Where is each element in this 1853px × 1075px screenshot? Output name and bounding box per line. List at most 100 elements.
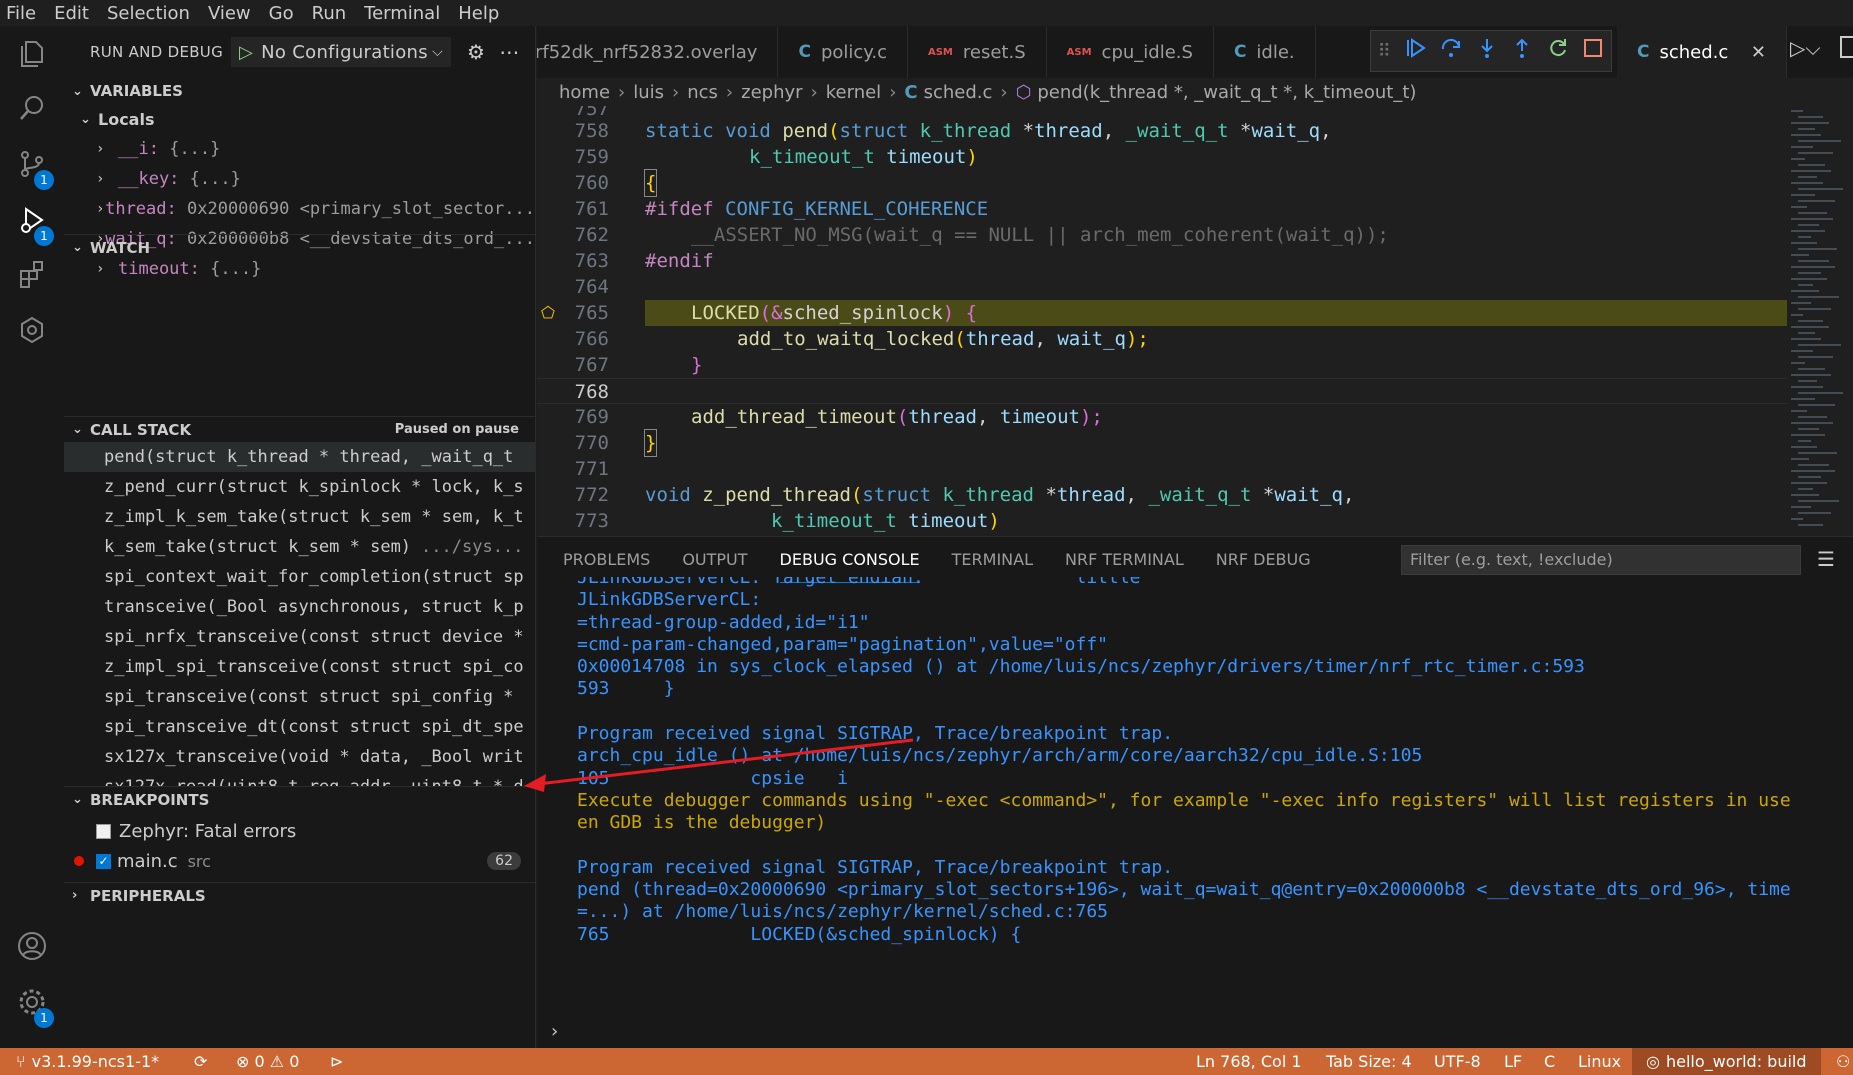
tab-reset-s[interactable]: ASM reset.S (907, 26, 1047, 78)
call-stack-frame[interactable]: pend(struct k_thread * thread, _wait_q_t (64, 442, 535, 472)
minimap-line (1791, 362, 1805, 364)
menu-run[interactable]: Run (306, 3, 359, 24)
breadcrumb-item[interactable]: home (559, 82, 610, 103)
menu-terminal[interactable]: Terminal (358, 3, 452, 24)
call-stack-frame[interactable]: spi_nrfx_transceive(const struct device … (64, 622, 535, 652)
breadcrumb-item[interactable]: ncs (687, 82, 718, 103)
breakpoint-main-c[interactable]: ✓ main.c src 62 (64, 846, 535, 876)
call-stack-frame[interactable]: z_impl_k_sem_take(struct k_sem * sem, k_… (64, 502, 535, 532)
menu-selection[interactable]: Selection (101, 3, 202, 24)
minimap-line (1798, 368, 1825, 370)
stop-icon[interactable] (1582, 37, 1604, 65)
problems-item[interactable]: ⊗ 0 ⚠ 0 (236, 1048, 299, 1075)
run-file-icon[interactable]: ▷⌵ (1790, 36, 1821, 60)
task-label: hello_world: build (1665, 1052, 1807, 1071)
step-into-icon[interactable] (1476, 37, 1498, 65)
step-out-icon[interactable] (1511, 37, 1533, 65)
call-stack-frame[interactable]: z_impl_spi_transceive(const struct spi_c… (64, 652, 535, 682)
search-icon[interactable] (12, 92, 52, 132)
restart-icon[interactable] (1547, 37, 1569, 65)
variables-section-header[interactable]: ⌄ VARIABLES (64, 78, 535, 104)
run-debug-icon[interactable]: 1 (12, 204, 54, 246)
step-over-icon[interactable] (1440, 37, 1462, 65)
breadcrumb-item[interactable]: kernel (826, 82, 881, 103)
peripherals-section-header[interactable]: › PERIPHERALS (64, 882, 535, 908)
tab-policy-c[interactable]: Cpolicy.c (778, 26, 908, 78)
console-line: arch_cpu_idle () at /home/luis/ncs/zephy… (577, 745, 1423, 767)
minimap-line (1791, 194, 1815, 196)
start-debug-icon[interactable]: ▷ (239, 42, 253, 63)
git-branch-item[interactable]: ⑂ v3.1.99-ncs1-1* (16, 1048, 159, 1075)
activity-bar: 1 1 1 (0, 26, 64, 1048)
line-ending[interactable]: LF (1504, 1048, 1522, 1075)
source-control-icon[interactable]: 1 (12, 148, 54, 190)
call-stack-frame[interactable]: z_pend_curr(struct k_spinlock * lock, k_… (64, 472, 535, 502)
code-editor[interactable]: 757 758 static void pend(struct k_thread … (537, 106, 1787, 536)
variable-value: {...} (189, 169, 241, 189)
call-stack-frame[interactable]: spi_transceive(const struct spi_config * (64, 682, 535, 712)
account-status-icon[interactable]: ⚇ (1836, 1048, 1850, 1075)
word-wrap-icon[interactable]: ☰ (1817, 547, 1835, 571)
gear-icon[interactable]: ⚙ (467, 40, 485, 64)
variable-row[interactable]: › __key: {...} (64, 164, 535, 194)
variable-row[interactable]: › thread: 0x20000690 <primary_slot_sector… (64, 194, 535, 224)
call-stack-frame[interactable]: spi_transceive_dt(const struct spi_dt_sp… (64, 712, 535, 742)
code-token: * (1045, 484, 1057, 506)
call-stack-frame[interactable]: spi_context_wait_for_completion(struct s… (64, 562, 535, 592)
debug-status-icon[interactable]: ⊳ (330, 1048, 343, 1075)
minimap-line (1798, 236, 1811, 238)
encoding[interactable]: UTF-8 (1434, 1048, 1481, 1075)
config-dropdown[interactable]: ▷ No Configurations ⌵ (231, 37, 452, 67)
console-filter-input[interactable]: Filter (e.g. text, !exclude) (1401, 545, 1801, 575)
call-stack-frame[interactable]: sx127x_transceive(void * data, _Bool wri… (64, 742, 535, 772)
menu-go[interactable]: Go (263, 3, 306, 24)
close-icon[interactable]: ✕ (1751, 42, 1766, 63)
nrf-connect-icon[interactable] (12, 314, 52, 354)
call-stack-frame[interactable]: k_sem_take(struct k_sem * sem) .../sys... (64, 532, 535, 562)
breadcrumb-item[interactable]: sched.c (924, 82, 993, 103)
debug-console-output[interactable]: JLinkGDBServerCL: Target endian: little J… (577, 577, 1853, 1017)
minimap-line (1798, 320, 1823, 322)
settings-gear-icon[interactable]: 1 (12, 986, 54, 1028)
minimap[interactable] (1787, 106, 1853, 536)
minimap-line (1791, 410, 1807, 412)
account-icon[interactable] (12, 930, 52, 970)
tab-size[interactable]: Tab Size: 4 (1326, 1048, 1412, 1075)
extensions-icon[interactable] (12, 258, 52, 298)
breakpoint-fatal-errors[interactable]: Zephyr: Fatal errors (96, 816, 296, 846)
tab-sched-c[interactable]: Csched.c ✕ (1617, 26, 1787, 78)
continue-icon[interactable] (1404, 37, 1427, 65)
variable-row[interactable]: › __i: {...} (64, 134, 535, 164)
breadcrumb-item[interactable]: luis (633, 82, 664, 103)
checkbox-checked[interactable]: ✓ (96, 853, 111, 869)
console-prompt-icon[interactable]: › (551, 1021, 558, 1042)
sync-icon[interactable]: ⟳ (194, 1048, 207, 1075)
os-indicator[interactable]: Linux (1578, 1048, 1621, 1075)
cursor-position[interactable]: Ln 768, Col 1 (1196, 1048, 1302, 1075)
tab-overlay[interactable]: rf52dk_nrf52832.overlay (537, 26, 779, 78)
build-task[interactable]: ◎ hello_world: build (1632, 1048, 1821, 1075)
menu-edit[interactable]: Edit (48, 3, 101, 24)
drag-handle-icon[interactable]: ⠿ (1378, 41, 1391, 62)
locals-scope[interactable]: ⌄ Locals (64, 104, 535, 134)
tab-cpu-idle-s[interactable]: ASM cpu_idle.S (1046, 26, 1214, 78)
callstack-section-header[interactable]: ⌄ CALL STACK Paused on pause (64, 416, 535, 442)
menu-file[interactable]: File (0, 3, 48, 24)
minimap-line (1798, 464, 1829, 466)
breadcrumb-item[interactable]: zephyr (741, 82, 802, 103)
breadcrumb-item[interactable]: pend(k_thread *, _wait_q_t *, k_timeout_… (1037, 82, 1416, 103)
minimap-line (1798, 188, 1843, 190)
call-stack-frame[interactable]: transceive(_Bool asynchronous, struct k_… (64, 592, 535, 622)
language-mode[interactable]: C (1544, 1048, 1555, 1075)
watch-section-header[interactable]: ⌄ WATCH (64, 234, 535, 260)
menu-view[interactable]: View (202, 3, 263, 24)
explorer-icon[interactable] (12, 38, 52, 78)
menu-help[interactable]: Help (452, 3, 511, 24)
checkbox-unchecked[interactable] (96, 823, 111, 839)
tab-idle-c[interactable]: Cidle. (1213, 26, 1316, 78)
more-actions-icon[interactable]: ⋯ (499, 40, 519, 64)
split-editor-icon[interactable] (1840, 36, 1853, 58)
breakpoints-section-header[interactable]: ⌄ BREAKPOINTS (64, 786, 535, 812)
call-stack-frame[interactable]: sx127x_read(uint8_t reg_addr, uint8_t * … (64, 772, 535, 786)
